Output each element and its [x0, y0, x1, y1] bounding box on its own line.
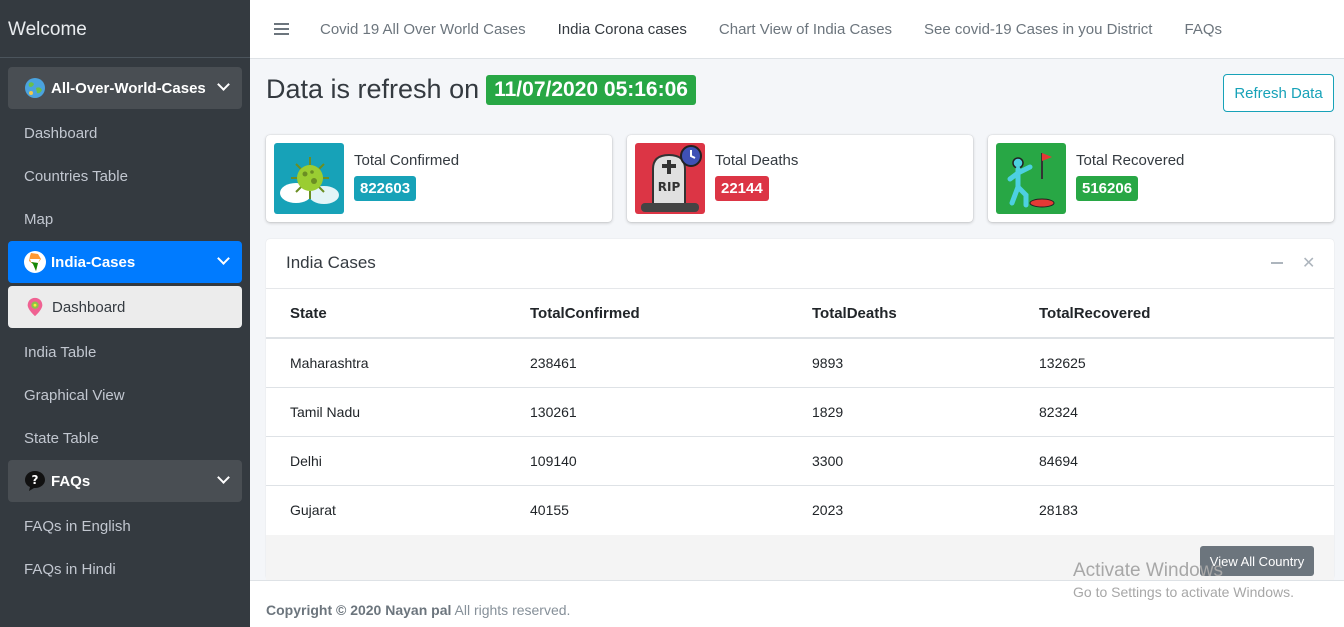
stat-box-confirmed: Total Confirmed 822603	[266, 135, 612, 222]
stat-label: Total Recovered	[1076, 152, 1185, 169]
nav-group-label: All-Over-World-Cases	[51, 79, 206, 97]
table-row: Tamil Nadu 130261 1829 82324	[266, 386, 1334, 436]
activation-watermark: Activate Windows Go to Settings to activ…	[1073, 560, 1294, 600]
top-navbar: Covid 19 All Over World Cases India Coro…	[250, 0, 1344, 59]
sidebar: Welcome All-Over-World-Cases Dashboard C…	[0, 0, 250, 627]
cell-recovered: 132625	[1039, 337, 1334, 387]
page-title: Data is refresh on 11/07/2020 05:16:06	[266, 74, 696, 105]
climber-flag-icon	[996, 143, 1066, 214]
cell-confirmed: 109140	[530, 435, 812, 485]
stat-label: Total Deaths	[715, 152, 799, 169]
table-row: Maharashtra 238461 9893 132625	[266, 337, 1334, 387]
cell-recovered: 82324	[1039, 386, 1334, 436]
cell-confirmed: 238461	[530, 337, 812, 387]
nav-group-india-cases[interactable]: India-Cases	[8, 241, 242, 283]
cell-deaths: 2023	[812, 484, 1039, 534]
cell-state: Gujarat	[266, 484, 530, 534]
chevron-down-icon	[217, 78, 230, 91]
rights-text: All rights reserved.	[451, 602, 571, 618]
cell-confirmed: 40155	[530, 484, 812, 534]
sidebar-item-countries-table[interactable]: Countries Table	[0, 155, 250, 198]
sidebar-item-map[interactable]: Map	[0, 198, 250, 241]
card-header: India Cases ✕	[266, 239, 1334, 289]
svg-text:?: ?	[32, 473, 39, 487]
cell-recovered: 84694	[1039, 435, 1334, 485]
nav-group-label: FAQs	[51, 472, 91, 490]
stat-value-deaths: 22144	[715, 176, 769, 201]
question-bubble-icon: ?	[25, 471, 45, 491]
stat-box-deaths: RIP Total Deaths 22144	[627, 135, 973, 222]
hamburger-menu-icon[interactable]	[274, 22, 289, 36]
close-icon[interactable]: ✕	[1302, 253, 1315, 273]
stat-label: Total Confirmed	[354, 152, 460, 169]
page-title-text: Data is refresh on	[266, 74, 480, 104]
virus-icon	[274, 143, 344, 214]
nav-link-district-cases[interactable]: See covid-19 Cases in you District	[924, 21, 1152, 38]
minimize-icon[interactable]	[1271, 262, 1283, 264]
copyright-text: Copyright © 2020 Nayan pal	[266, 602, 452, 618]
stat-value-confirmed: 822603	[354, 176, 417, 201]
chevron-down-icon	[217, 252, 230, 265]
chevron-down-icon	[217, 471, 230, 484]
cell-state: Delhi	[266, 435, 530, 485]
nav-link-chart-view[interactable]: Chart View of India Cases	[719, 21, 892, 38]
nav-group-world-cases[interactable]: All-Over-World-Cases	[8, 67, 242, 109]
sidebar-item-india-table[interactable]: India Table	[0, 331, 250, 374]
nav-link-india-cases[interactable]: India Corona cases	[558, 21, 687, 38]
cell-state: Tamil Nadu	[266, 386, 530, 436]
sidebar-item-graphical-view[interactable]: Graphical View	[0, 374, 250, 417]
cell-deaths: 3300	[812, 435, 1039, 485]
cell-deaths: 1829	[812, 386, 1039, 436]
sidebar-item-faqs-hindi[interactable]: FAQs in Hindi	[0, 548, 250, 591]
tombstone-rip-icon: RIP	[635, 143, 705, 214]
watermark-title: Activate Windows	[1073, 560, 1223, 581]
cell-recovered: 28183	[1039, 484, 1334, 534]
brand-text[interactable]: Welcome	[0, 0, 250, 58]
column-header-state: State	[266, 289, 530, 339]
nav-link-faqs[interactable]: FAQs	[1184, 21, 1222, 38]
column-header-total-recovered: TotalRecovered	[1039, 289, 1334, 339]
table-row: Gujarat 40155 2023 28183	[266, 484, 1334, 534]
sidebar-item-world-dashboard[interactable]: Dashboard	[0, 112, 250, 155]
cases-table: State TotalConfirmed TotalDeaths TotalRe…	[266, 289, 1334, 534]
cell-state: Maharashtra	[266, 337, 530, 387]
sidebar-item-india-dashboard[interactable]: Dashboard	[8, 286, 242, 328]
table-header-row: State TotalConfirmed TotalDeaths TotalRe…	[266, 289, 1334, 339]
column-header-total-confirmed: TotalConfirmed	[530, 289, 812, 339]
cell-confirmed: 130261	[530, 386, 812, 436]
card-title: India Cases	[286, 253, 376, 272]
table-row: Delhi 109140 3300 84694	[266, 435, 1334, 485]
sidebar-item-label: Dashboard	[52, 298, 126, 316]
nav-group-faqs[interactable]: ? FAQs	[8, 460, 242, 502]
column-header-total-deaths: TotalDeaths	[812, 289, 1039, 339]
stat-value-recovered: 516206	[1076, 176, 1139, 201]
cell-deaths: 9893	[812, 337, 1039, 387]
watermark-subtitle: Go to Settings to activate Windows.	[1073, 584, 1294, 600]
svg-text:RIP: RIP	[658, 180, 681, 194]
stat-box-recovered: Total Recovered 516206	[988, 135, 1334, 222]
nav-group-label: India-Cases	[51, 253, 136, 271]
sidebar-item-state-table[interactable]: State Table	[0, 417, 250, 460]
india-cases-card: India Cases ✕ State TotalConfirmed Total…	[266, 239, 1334, 580]
refresh-data-button[interactable]: Refresh Data	[1223, 74, 1334, 112]
globe-icon	[25, 78, 45, 98]
map-pin-icon	[27, 297, 43, 317]
india-map-icon	[24, 251, 46, 273]
nav-link-world-cases[interactable]: Covid 19 All Over World Cases	[320, 21, 526, 38]
sidebar-item-faqs-english[interactable]: FAQs in English	[0, 505, 250, 548]
refresh-timestamp-badge: 11/07/2020 05:16:06	[486, 74, 696, 105]
